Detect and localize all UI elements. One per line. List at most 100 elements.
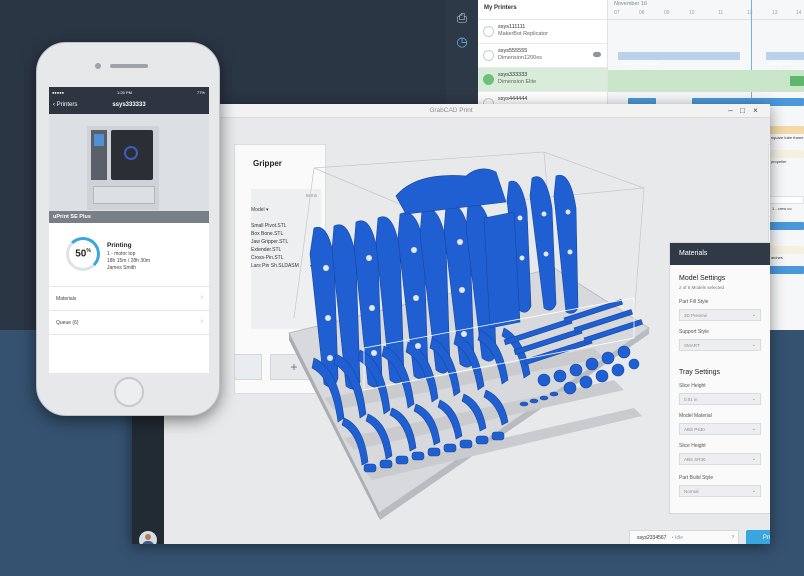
status-dot bbox=[483, 50, 494, 61]
job-time: 18h 15m / 28h 30m bbox=[107, 258, 151, 264]
job-bar-label: atches bbox=[771, 255, 783, 260]
part-fill-select[interactable]: 3D Preview ⌄ bbox=[679, 309, 761, 321]
calendar-day: 13 bbox=[772, 10, 778, 16]
job-bar[interactable]: tubing mate bbox=[766, 52, 804, 66]
progress-value: 50% bbox=[66, 248, 100, 259]
calendar-month: November 16 bbox=[614, 1, 648, 7]
job-bar[interactable]: atches bbox=[768, 246, 804, 260]
calendar-divider bbox=[608, 19, 804, 20]
current-job[interactable]: 50% Printing 1 - motor top 18h 15m / 28h… bbox=[49, 223, 209, 287]
iphone: ●●●●● 1:25 PM 77% ‹ Printers ssys333333 … bbox=[36, 42, 220, 416]
status-dot bbox=[483, 74, 494, 85]
printer-name: ssys444444 bbox=[498, 96, 528, 102]
printer-model: Dimension1200es bbox=[498, 55, 543, 61]
job-bar-label: propeller bbox=[771, 159, 787, 164]
phone-screen: ●●●●● 1:25 PM 77% ‹ Printers ssys333333 … bbox=[49, 87, 209, 373]
printer-status: • Idle bbox=[671, 535, 684, 541]
part-build-style-select[interactable]: Normal ⌄ bbox=[679, 485, 761, 497]
carrier-signal: ●●●●● bbox=[52, 90, 65, 95]
support-style-select[interactable]: SMART ⌄ bbox=[679, 339, 761, 351]
part-build-style-value: Normal bbox=[684, 489, 699, 494]
chevron-down-icon: ⌄ bbox=[751, 396, 756, 402]
3d-viewport[interactable]: Gripper Items Model ▾ Small Pivot.STL Bo… bbox=[164, 118, 770, 544]
close-button[interactable]: × bbox=[751, 106, 760, 115]
job-bar-label: 1 - crew co bbox=[772, 206, 792, 211]
chevron-right-icon: › bbox=[200, 294, 203, 301]
status-dot bbox=[483, 26, 494, 37]
minimize-button[interactable]: – bbox=[726, 106, 735, 115]
printer-photo: uPrint SE Plus bbox=[49, 114, 209, 223]
printer-model: MakerBot Replicator bbox=[498, 31, 548, 37]
status-time: 1:25 PM bbox=[117, 90, 132, 95]
job-bar[interactable]: square tube frame bbox=[618, 52, 740, 66]
materials-row[interactable]: Materials › bbox=[49, 287, 209, 311]
home-button[interactable] bbox=[114, 377, 144, 407]
user-avatar[interactable] bbox=[139, 531, 157, 544]
slice-height-label: Slice Height bbox=[679, 383, 706, 389]
printer-name: ssys111111 bbox=[498, 24, 526, 30]
printer-name: ssys333333 bbox=[498, 72, 528, 78]
nav-title: ssys333333 bbox=[112, 102, 146, 108]
calendar-day: 07 bbox=[614, 10, 620, 16]
support-material-value: ABS SR30 bbox=[684, 457, 706, 462]
part-fill-label: Part Fill Style bbox=[679, 299, 709, 305]
chevron-down-icon: ⌄ bbox=[751, 312, 756, 318]
printer-chamber bbox=[124, 146, 138, 160]
printer-status-text: Idle bbox=[675, 535, 684, 541]
printer-selector[interactable]: ssys2334567 • Idle › bbox=[629, 530, 739, 544]
job-bar[interactable] bbox=[768, 222, 804, 230]
support-material-select[interactable]: ABS SR30 ⌄ bbox=[679, 453, 761, 465]
slice-height-value: 0.01 in bbox=[684, 397, 698, 402]
avatar-head bbox=[145, 534, 151, 540]
queue-row[interactable]: Queue (6) › bbox=[49, 311, 209, 335]
calendar-day: 09 bbox=[664, 10, 670, 16]
printer-list-header: My Printers bbox=[478, 0, 607, 20]
materials-panel: Materials Model Settings 2 of 6 Models s… bbox=[669, 242, 770, 514]
calendar-day: 08 bbox=[639, 10, 645, 16]
printer-model-name: uPrint SE Plus bbox=[49, 211, 209, 223]
calendar-day: 10 bbox=[689, 10, 695, 16]
queue-row-label: Queue (6) bbox=[56, 320, 79, 326]
chevron-right-icon: › bbox=[200, 318, 203, 325]
maximize-button[interactable]: □ bbox=[738, 106, 747, 115]
printer-model: Dimension Elite bbox=[498, 79, 537, 85]
printer-row[interactable]: ssys333333 Dimension Elite bbox=[478, 68, 607, 92]
printer-drawer bbox=[93, 186, 155, 204]
print-button[interactable]: Print bbox=[746, 530, 770, 544]
model-material-select[interactable]: ABS P430 ⌄ bbox=[679, 423, 761, 435]
job-bar-label: tubing mate bbox=[769, 61, 793, 66]
grabcad-print-window: GrabCAD Print – □ × Gripper Items Model … bbox=[132, 104, 770, 544]
job-owner: James Smith bbox=[107, 265, 136, 271]
job-bar[interactable]: square tube frame bbox=[768, 126, 804, 140]
job-bar[interactable]: 1 - crew co bbox=[768, 196, 804, 211]
model-settings-subtitle: 2 of 6 Models selected bbox=[679, 285, 725, 290]
chevron-down-icon: ⌄ bbox=[751, 342, 756, 348]
materials-row-label: Materials bbox=[56, 296, 77, 302]
nav-bar: ‹ Printers ssys333333 bbox=[49, 98, 209, 114]
status-bar: ●●●●● 1:25 PM 77% bbox=[49, 87, 209, 98]
clock-icon[interactable]: ◷ bbox=[454, 34, 470, 50]
calendar-day: 11 bbox=[718, 10, 724, 16]
active-job-end bbox=[790, 76, 804, 86]
cloud-icon bbox=[593, 52, 601, 57]
active-job-bar[interactable] bbox=[608, 70, 804, 92]
model-material-value: ABS P430 bbox=[684, 427, 705, 432]
job-bar-label: square tube frame bbox=[771, 135, 804, 140]
printer-row[interactable]: ssys555555 Dimension1200es bbox=[478, 44, 607, 68]
part-build-style-label: Part Build Style bbox=[679, 475, 714, 481]
progress-unit: % bbox=[86, 248, 91, 254]
tray-settings-title: Tray Settings bbox=[679, 369, 720, 376]
job-name: 1 - motor top bbox=[107, 251, 136, 257]
camera-icon bbox=[95, 63, 101, 69]
printer-icon[interactable]: ⎙ bbox=[454, 10, 470, 26]
job-bar[interactable]: propeller bbox=[768, 150, 804, 164]
job-bar[interactable] bbox=[768, 266, 804, 274]
chevron-down-icon: ⌄ bbox=[751, 426, 756, 432]
speaker-grille bbox=[110, 64, 148, 68]
printer-display bbox=[94, 134, 104, 146]
slice-height-select[interactable]: 0.01 in ⌄ bbox=[679, 393, 761, 405]
materials-header: Materials bbox=[670, 243, 770, 265]
view-toolbar: ◍ ◔ ⬢ bbox=[768, 144, 770, 218]
printer-row[interactable]: ssys111111 MakerBot Replicator bbox=[478, 20, 607, 44]
printer-name: ssys555555 bbox=[498, 48, 528, 54]
